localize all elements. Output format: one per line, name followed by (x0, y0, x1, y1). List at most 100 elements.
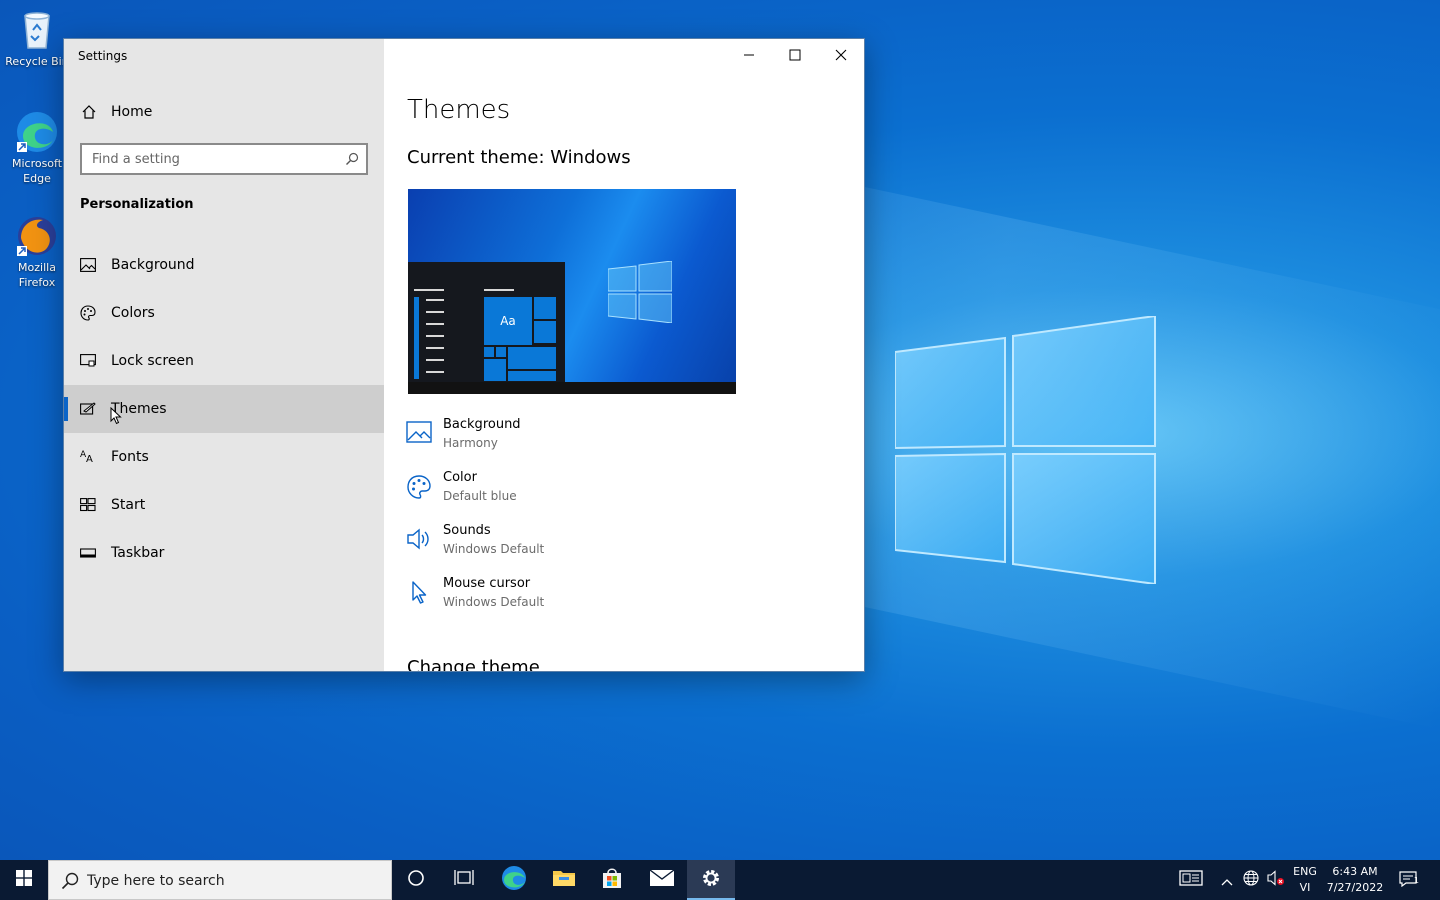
speaker-icon (406, 527, 432, 555)
page-title: Themes (407, 95, 511, 125)
notification-count: 1 (1413, 876, 1419, 885)
themes-icon (80, 401, 96, 420)
find-setting-input[interactable] (82, 145, 332, 173)
search-icon (345, 151, 359, 170)
property-name: Mouse cursor (443, 576, 531, 591)
theme-property-mouse-cursor[interactable]: Mouse cursor Windows Default (406, 576, 706, 620)
preview-line (426, 371, 444, 373)
nav-home[interactable]: Home (64, 97, 384, 127)
current-theme-title: Current theme: Windows (407, 147, 631, 168)
preview-tile (534, 297, 556, 319)
property-value: Windows Default (443, 542, 545, 556)
taskbar-settings-button[interactable] (687, 860, 735, 900)
theme-property-sounds[interactable]: Sounds Windows Default (406, 523, 706, 567)
show-hidden-icons-button[interactable] (1216, 860, 1238, 900)
theme-property-background[interactable]: Background Harmony (406, 417, 706, 461)
preview-line (484, 289, 514, 291)
preview-line (426, 347, 444, 349)
desktop-icon-label: Microsoft Edge (11, 157, 63, 185)
windows-logo-wallpaper (895, 316, 1156, 584)
svg-text:A: A (86, 454, 93, 464)
fonts-icon: AA (80, 448, 96, 468)
recycle-bin-icon (15, 8, 59, 52)
sidebar-item-background[interactable]: Background (64, 241, 384, 289)
chevron-up-icon (1221, 871, 1233, 890)
desktop-icon-recycle-bin[interactable]: Recycle Bin (4, 8, 70, 69)
cortana-button[interactable] (392, 860, 440, 900)
store-button[interactable] (588, 860, 636, 900)
sidebar-item-fonts[interactable]: AA Fonts (64, 433, 384, 481)
action-center-button[interactable]: 1 (1394, 860, 1424, 900)
task-view-button[interactable] (440, 860, 488, 900)
clock-time: 6:43 AM (1332, 865, 1378, 878)
home-icon (81, 104, 97, 124)
preview-tile (484, 359, 506, 381)
property-value: Harmony (443, 436, 498, 450)
language-secondary: VI (1299, 881, 1311, 894)
store-icon (600, 866, 624, 894)
close-icon (835, 46, 847, 65)
preview-tile (508, 347, 556, 369)
speaker-muted-icon (1267, 870, 1285, 890)
start-icon (80, 497, 96, 516)
mail-icon (649, 868, 675, 892)
cortana-icon (407, 869, 425, 891)
mail-button[interactable] (638, 860, 686, 900)
sidebar-item-label: Lock screen (111, 353, 194, 369)
sidebar-item-label: Taskbar (111, 545, 165, 561)
edge-icon (15, 110, 59, 154)
property-value: Windows Default (443, 595, 545, 609)
preview-line (426, 299, 444, 301)
desktop-icon-label: Recycle Bin (5, 55, 69, 68)
section-title-personalization: Personalization (80, 197, 194, 212)
globe-icon (1243, 870, 1259, 890)
sidebar-item-colors[interactable]: Colors (64, 289, 384, 337)
taskbar: ENG VI 6:43 AM 7/27/2022 1 (0, 860, 1440, 900)
preview-tile (534, 321, 556, 343)
palette-icon (406, 474, 432, 504)
theme-property-color[interactable]: Color Default blue (406, 470, 706, 514)
property-name: Background (443, 417, 521, 432)
property-name: Color (443, 470, 477, 485)
image-icon (80, 257, 96, 276)
sidebar-item-lock-screen[interactable]: Lock screen (64, 337, 384, 385)
sidebar-item-themes[interactable]: Themes (64, 385, 384, 433)
network-button[interactable] (1240, 860, 1262, 900)
sidebar-item-label: Colors (111, 305, 155, 321)
maximize-button[interactable] (772, 39, 818, 71)
property-name: Sounds (443, 523, 491, 538)
volume-button[interactable] (1264, 860, 1288, 900)
firefox-icon (15, 214, 59, 258)
windows-logo-preview (608, 261, 672, 323)
sidebar-item-taskbar[interactable]: Taskbar (64, 529, 384, 577)
notification-icon: 1 (1399, 871, 1419, 889)
preview-tile (484, 347, 494, 357)
cursor-icon (406, 580, 432, 610)
close-button[interactable] (818, 39, 864, 71)
minimize-button[interactable] (726, 39, 772, 71)
news-widget-button[interactable] (1176, 860, 1206, 900)
settings-sidebar: Settings Home Personalization Background (64, 39, 384, 671)
settings-content: Themes Current theme: Windows Aa Backgro… (384, 39, 864, 671)
sidebar-item-start[interactable]: Start (64, 481, 384, 529)
language-primary: ENG (1293, 865, 1317, 878)
taskbar-clock[interactable]: 6:43 AM 7/27/2022 (1324, 864, 1386, 896)
theme-preview[interactable]: Aa (408, 189, 736, 394)
lock-screen-icon (80, 353, 96, 372)
sidebar-item-label: Fonts (111, 449, 149, 465)
desktop-icon-firefox[interactable]: Mozilla Firefox (4, 214, 70, 290)
preview-taskbar (408, 382, 736, 394)
find-setting-search[interactable] (80, 143, 368, 175)
input-language-indicator[interactable]: ENG VI (1288, 864, 1322, 896)
folder-icon (552, 868, 576, 892)
taskbar-edge-button[interactable] (490, 860, 538, 900)
window-title: Settings (78, 49, 128, 63)
desktop-icon-edge[interactable]: Microsoft Edge (4, 110, 70, 186)
image-icon (406, 421, 432, 447)
taskbar-search[interactable] (48, 860, 392, 900)
file-explorer-button[interactable] (540, 860, 588, 900)
start-button[interactable] (0, 860, 48, 900)
preview-line (414, 289, 444, 291)
taskbar-search-input[interactable] (87, 869, 377, 893)
clock-date: 7/27/2022 (1326, 881, 1384, 894)
